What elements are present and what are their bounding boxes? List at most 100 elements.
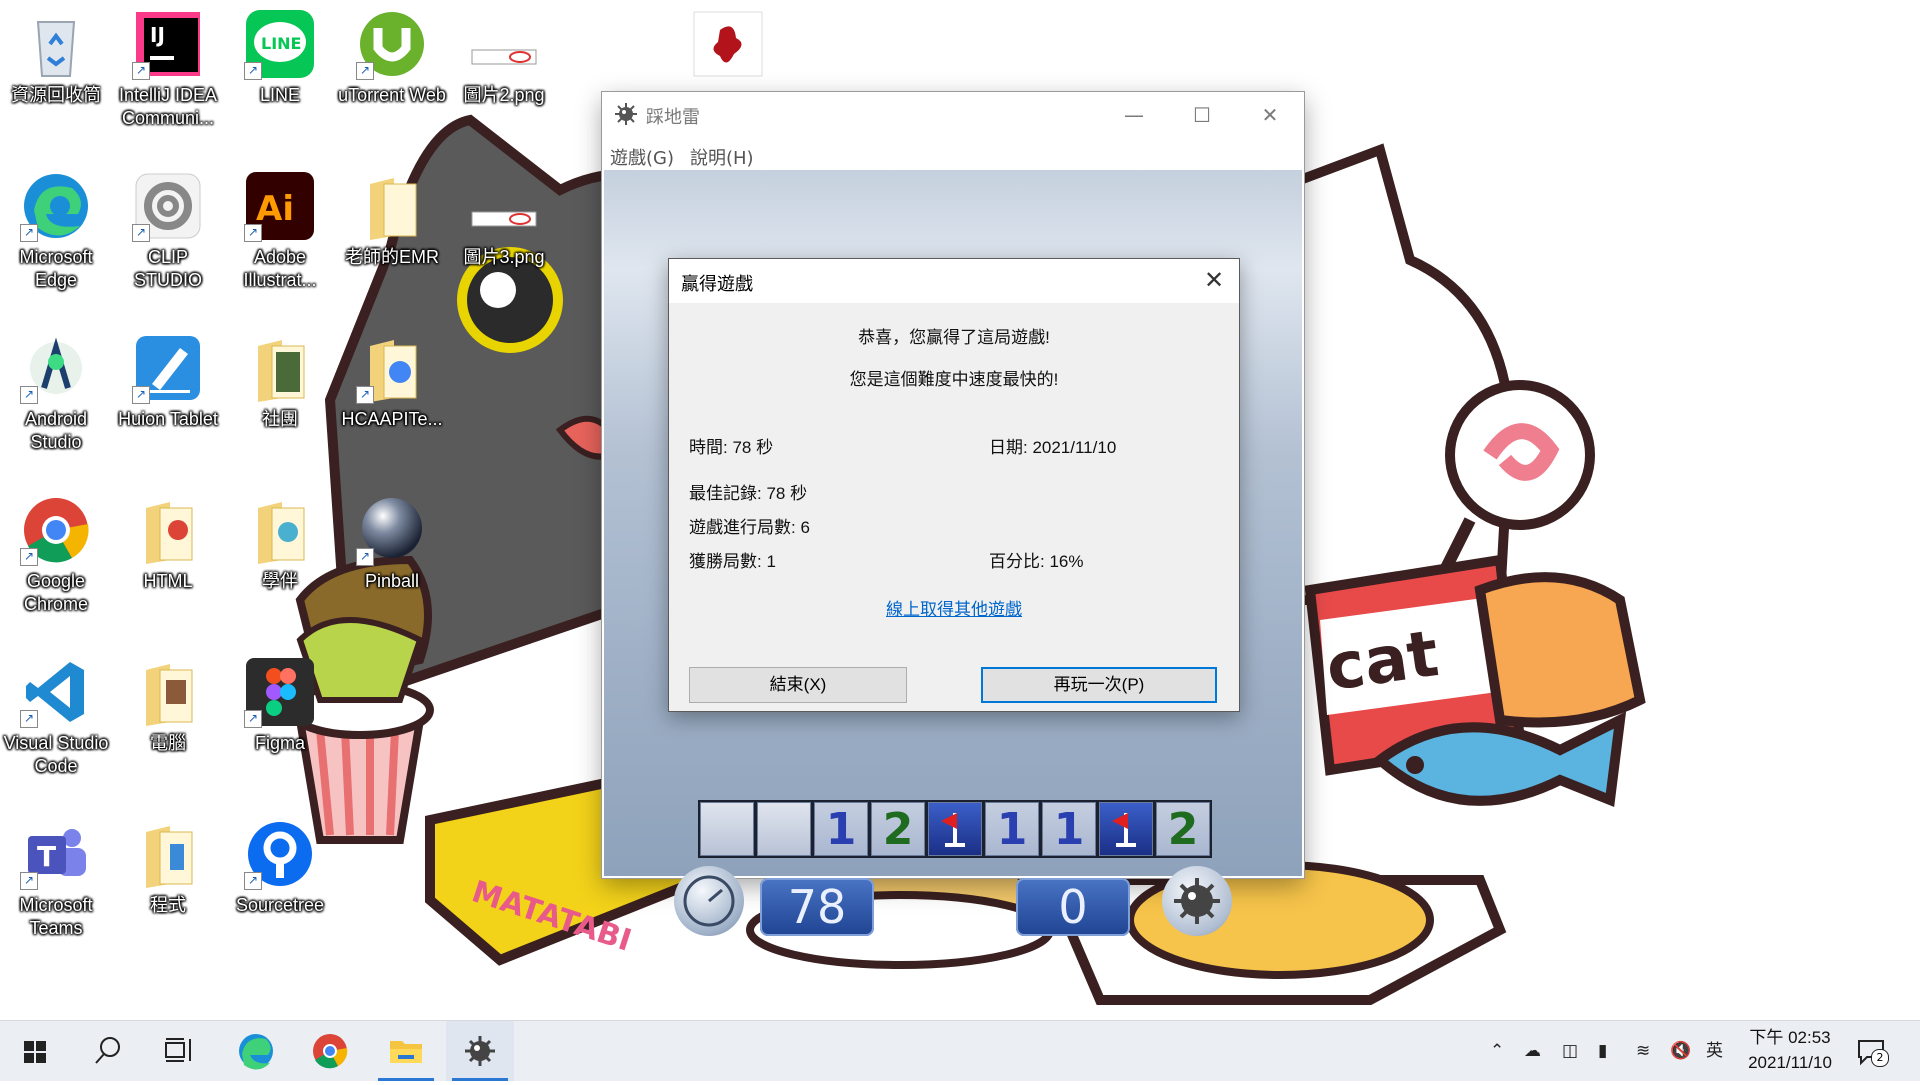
shortcut-arrow-icon: ↗ [244,62,262,80]
start-button[interactable] [2,1021,70,1081]
intellij-icon: IJ ↗ [132,8,204,80]
taskbar-chrome[interactable] [296,1021,364,1081]
window-titlebar[interactable]: 踩地雷 — ☐ ✕ [602,92,1304,138]
desktop-icon-recycle-bin[interactable]: 資源回收筒 [2,8,110,107]
desktop-icon-study-buddy-folder[interactable]: 學伴 [226,494,334,593]
wifi-icon[interactable]: ≋ [1636,1021,1650,1081]
folder-icon [132,818,204,890]
shortcut-arrow-icon: ↗ [356,386,374,404]
shortcut-arrow-icon: ↗ [20,710,38,728]
notification-center-button[interactable]: 2 [1855,1035,1889,1067]
desktop-icon-html-folder[interactable]: HTML [114,494,222,593]
stat-best: 最佳記錄: 78 秒 [689,484,808,503]
flag-icon[interactable] [1099,802,1153,856]
minefield-cell-unopened[interactable] [700,802,754,856]
desktop-icon-intellij[interactable]: IJ ↗ IntelliJ IDEA Communi... [114,8,222,130]
desktop-icon-utorrent[interactable]: ↗ uTorrent Web [338,8,446,107]
desktop-icon-label: Google Chrome [23,571,89,614]
flag-icon[interactable] [928,802,982,856]
play-again-button[interactable]: 再玩一次(P) [981,667,1217,703]
folder-icon: ↗ [356,332,428,404]
volume-muted-icon[interactable]: 🔇 [1670,1021,1691,1081]
minimize-button[interactable]: — [1100,92,1168,138]
desktop-icon-chrome[interactable]: ↗ Google Chrome [2,494,110,616]
desktop-icon-hcaapi[interactable]: ↗ HCAAPITe... [338,332,446,431]
mine-icon [615,103,637,125]
desktop-icon-line[interactable]: LINE ↗ LINE [226,8,334,107]
taskbar-minesweeper[interactable] [446,1021,514,1081]
task-view-button[interactable] [146,1021,214,1081]
desktop-icon-label: uTorrent Web [338,85,446,105]
desktop-icon-image3[interactable]: 圖片3.png [450,182,558,269]
desktop-icon-image2[interactable]: 圖片2.png [450,20,558,107]
desktop-icon-sourcetree[interactable]: ↗ Sourcetree [226,818,334,917]
desktop-icon-clip-studio[interactable]: ↗ CLIP STUDIO [114,170,222,292]
onedrive-icon[interactable]: ☁ [1524,1021,1541,1081]
exit-button[interactable]: 結束(X) [689,667,907,703]
desktop-icon-label: Pinball [364,571,420,591]
mine-icon [465,1036,495,1066]
svg-text:Ai: Ai [256,189,294,229]
shortcut-arrow-icon: ↗ [244,872,262,890]
desktop-icon-label: 學伴 [262,571,298,591]
desktop-icon-teacher-emr-folder[interactable]: 老師的EMR [338,170,446,269]
desktop-icon-club-folder[interactable]: 社團 [226,332,334,431]
stat-time: 時間: 78 秒 [689,438,774,457]
figma-icon: ↗ [244,656,316,728]
mine-icon [1162,866,1232,936]
desktop-icon-label: 社團 [262,409,298,429]
minefield-cell-number[interactable]: 2 [1156,802,1210,856]
minefield-cell-unopened[interactable] [757,802,811,856]
desktop-icon-label: Android Studio [24,409,88,452]
menu-help[interactable]: 說明(H) [682,138,762,170]
svg-text:IJ: IJ [150,23,165,47]
get-more-games-link[interactable]: 線上取得其他遊戲 [886,600,1022,619]
minefield-cell-number[interactable]: 2 [871,802,925,856]
minefield-cell-number[interactable]: 1 [814,802,868,856]
search-button[interactable] [74,1021,142,1081]
desktop-icon-illustrator[interactable]: Ai ↗ Adobe Illustrat... [226,170,334,292]
image-file-icon [468,20,540,80]
taskbar-clock[interactable]: 下午 02:53 2021/11/10 [1730,1025,1850,1075]
notification-count-badge: 2 [1871,1049,1889,1067]
meet-now-icon[interactable]: ◫ [1562,1021,1578,1081]
shortcut-arrow-icon: ↗ [356,62,374,80]
desktop-icon-partial[interactable] [690,10,766,80]
menu-game[interactable]: 遊戲(G) [602,138,682,170]
dialog-titlebar[interactable]: 贏得遊戲 ✕ [669,259,1239,303]
taskbar-file-explorer[interactable] [372,1021,440,1081]
folder-icon [132,656,204,728]
desktop-icon-label: 圖片2.png [463,85,545,105]
maximize-button[interactable]: ☐ [1168,92,1236,138]
utorrent-icon: ↗ [356,8,428,80]
battery-icon[interactable]: ▮ [1598,1021,1607,1081]
search-icon [95,1037,120,1064]
desktop-icon-label: IntelliJ IDEA Communi... [118,85,218,128]
input-language[interactable]: 英 [1706,1021,1723,1081]
desktop-icon-teams[interactable]: T ↗ Microsoft Teams [2,818,110,940]
close-button[interactable]: ✕ [1236,92,1304,138]
chrome-icon [313,1034,348,1069]
shortcut-arrow-icon: ↗ [356,548,374,566]
desktop-icon-pinball[interactable]: ↗ Pinball [338,494,446,593]
dialog-body: 恭喜，您贏得了這局遊戲! 您是這個難度中速度最快的! 時間: 78 秒 日期: … [669,303,1239,711]
desktop-icon-label: Huion Tablet [118,409,218,429]
minefield-cell-number[interactable]: 1 [985,802,1039,856]
shortcut-arrow-icon: ↗ [244,224,262,242]
desktop-icon-edge[interactable]: ↗ Microsoft Edge [2,170,110,292]
dialog-close-icon[interactable]: ✕ [1189,259,1239,303]
minefield-row: 1 2 1 1 2 [698,800,1212,858]
desktop-icon-figma[interactable]: ↗ Figma [226,656,334,755]
tray-chevron-up-icon[interactable]: ⌃ [1490,1021,1504,1081]
minefield-cell-number[interactable]: 1 [1042,802,1096,856]
desktop-icon-huion-tablet[interactable]: ↗ Huion Tablet [114,332,222,431]
task-view-icon [165,1038,191,1062]
desktop-icon-android-studio[interactable]: ↗ Android Studio [2,332,110,454]
desktop-icon-vscode[interactable]: ↗ Visual Studio Code [2,656,110,778]
desktop-icon-label: 圖片3.png [463,247,545,267]
desktop-icon-computer-folder[interactable]: 電腦 [114,656,222,755]
clock-date: 2021/11/10 [1748,1053,1832,1072]
folder-icon [244,494,316,566]
desktop-icon-program-folder[interactable]: 程式 [114,818,222,917]
taskbar-edge[interactable] [222,1021,290,1081]
